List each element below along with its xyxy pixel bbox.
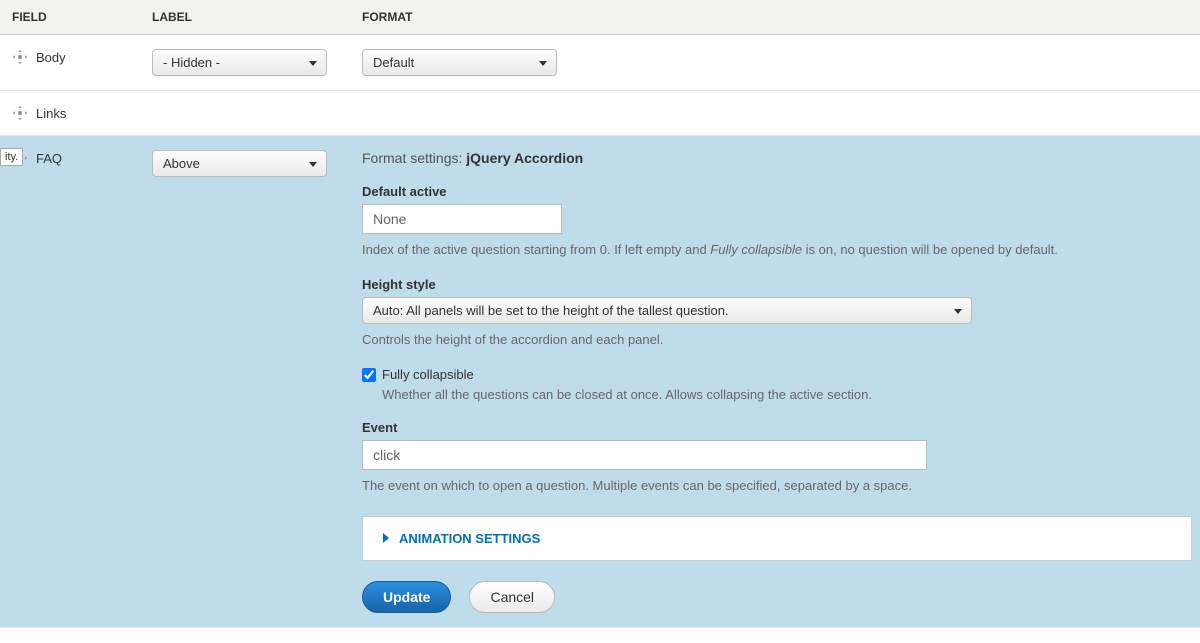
update-button[interactable]: Update [362,581,451,613]
field-name: FAQ [36,151,62,166]
col-label: LABEL [152,10,362,24]
event-help: The event on which to open a question. M… [362,477,1192,495]
format-select-body[interactable]: Default [362,49,557,76]
height-style-select[interactable]: Auto: All panels will be set to the heig… [362,297,972,324]
column-headers: FIELD LABEL FORMAT [0,0,1200,35]
col-field: FIELD [12,10,152,24]
label-select-faq[interactable]: Above [152,150,327,177]
field-row-links: Links [0,91,1200,136]
default-active-help: Index of the active question starting fr… [362,241,1192,259]
event-group: Event The event on which to open a quest… [362,420,1192,495]
default-active-group: Default active Index of the active quest… [362,184,1192,259]
animation-settings-fieldset[interactable]: ANIMATION SETTINGS [362,516,1192,561]
fully-collapsible-help: Whether all the questions can be closed … [382,387,1192,402]
col-format: FORMAT [362,10,1188,24]
drag-handle-icon[interactable] [12,49,28,65]
fully-collapsible-checkbox[interactable] [362,368,376,382]
event-label: Event [362,420,1192,435]
default-active-label: Default active [362,184,1192,199]
field-row-body: Body - Hidden - Default [0,35,1200,91]
field-name: Body [36,50,66,65]
event-input[interactable] [362,440,927,470]
format-settings-title: Format settings: jQuery Accordion [362,150,1192,166]
fully-collapsible-label: Fully collapsible [382,367,474,382]
animation-settings-toggle[interactable]: ANIMATION SETTINGS [381,531,1173,546]
label-select-body[interactable]: - Hidden - [152,49,327,76]
field-row-faq: FAQ Above Format settings: jQuery Accord… [0,136,1200,628]
height-style-label: Height style [362,277,1192,292]
height-style-help: Controls the height of the accordion and… [362,331,1192,349]
caret-right-icon [381,533,391,543]
form-actions: Update Cancel [362,581,1192,613]
tooltip-fragment: ity. [0,148,23,166]
field-name: Links [36,106,66,121]
fully-collapsible-group: Fully collapsible Whether all the questi… [362,367,1192,402]
default-active-input[interactable] [362,204,562,234]
cancel-button[interactable]: Cancel [469,581,555,613]
height-style-group: Height style Auto: All panels will be se… [362,277,1192,349]
drag-handle-icon[interactable] [12,105,28,121]
